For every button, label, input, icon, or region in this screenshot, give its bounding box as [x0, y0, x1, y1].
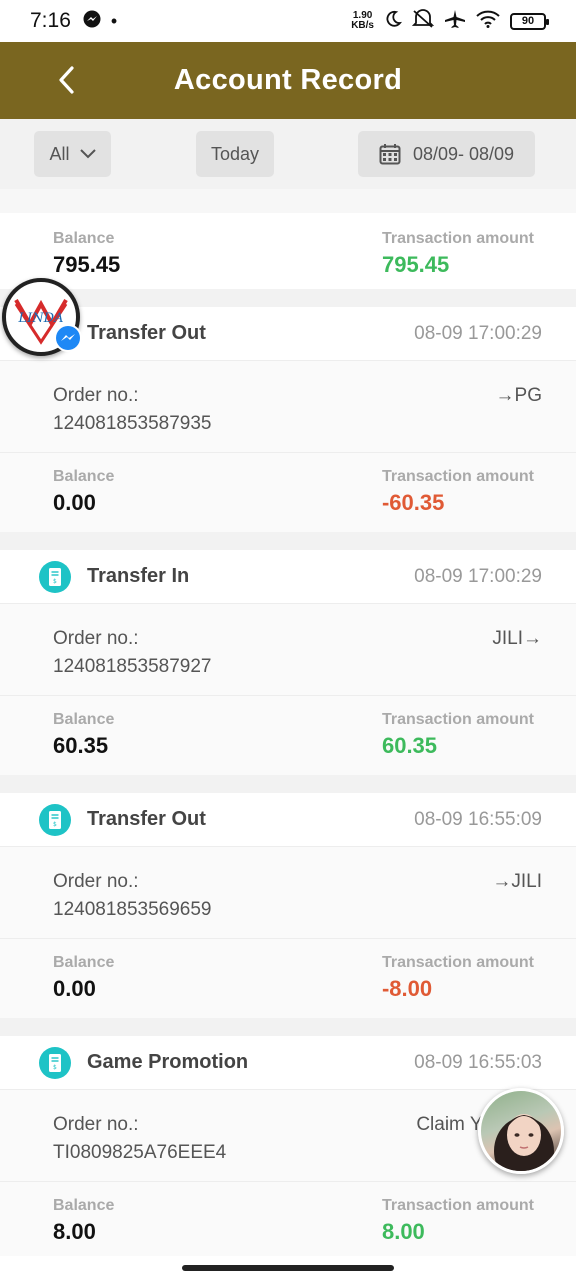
amount-label: Transaction amount: [381, 468, 534, 485]
mute-icon: [411, 8, 435, 34]
amount-value: -60.35: [381, 490, 445, 515]
balance-value: 0.00: [53, 976, 96, 1001]
balance-row: Balance 795.45 Transaction amount 795.45: [0, 213, 576, 289]
amount-label: Transaction amount: [381, 954, 534, 971]
support-avatar-button[interactable]: [478, 1088, 564, 1174]
record-time: 08-09 16:55:03: [414, 1051, 542, 1073]
linda-floating-button[interactable]: LINDA: [2, 278, 82, 356]
battery-indicator: 90: [510, 12, 549, 30]
status-bar: 7:16 • 1.90 KB/s 90: [0, 0, 576, 42]
record-header: $ Transfer In 08-09 17:00:29: [0, 550, 576, 604]
record-header: $ Transfer Out 08-09 16:55:09: [0, 793, 576, 847]
record-type: Transfer Out: [87, 808, 206, 830]
transfer-direction: →PG: [495, 385, 542, 406]
order-label: Order no.:: [53, 385, 139, 406]
receipt-icon: $: [38, 560, 72, 594]
order-row: Order no.: 124081853569659 →JILI: [0, 847, 576, 939]
balance-row: Balance 0.00 Transaction amount -60.35: [0, 453, 576, 532]
net-speed-unit: KB/s: [351, 20, 374, 31]
messenger-notification-icon: [83, 10, 101, 33]
amount-value: 795.45: [381, 252, 450, 277]
record-card: Balance 795.45 Transaction amount 795.45: [0, 189, 576, 289]
back-button[interactable]: [52, 64, 84, 96]
filter-bar: All Today 08/09- 08/09: [0, 119, 576, 189]
record-time: 08-09 17:00:29: [414, 565, 542, 587]
type-filter-label: All: [49, 143, 70, 164]
date-range-label: 08/09- 08/09: [412, 143, 515, 164]
wifi-icon: [476, 10, 500, 33]
balance-value: 0.00: [53, 490, 96, 515]
order-number: 124081853587935: [53, 413, 212, 434]
amount-label: Transaction amount: [381, 230, 534, 247]
record-time: 08-09 16:55:09: [414, 808, 542, 830]
record-header: $ Game Promotion 08-09 16:55:03: [0, 1036, 576, 1090]
balance-label: Balance: [53, 230, 115, 247]
record-card[interactable]: $ Transfer Out 08-09 16:55:09 Order no.:…: [0, 793, 576, 1018]
record-card[interactable]: $ Transfer In 08-09 17:00:29 Order no.: …: [0, 550, 576, 775]
order-row: Order no.: 124081853587935 →PG: [0, 361, 576, 453]
record-card[interactable]: $ Transfer Out 08-09 17:00:29 Order no.:…: [0, 307, 576, 532]
order-row: Order no.: 124081853587927 JILI→: [0, 604, 576, 696]
receipt-icon: $: [38, 803, 72, 837]
balance-label: Balance: [53, 468, 115, 485]
home-indicator[interactable]: [182, 1265, 394, 1271]
record-header: $ Transfer Out 08-09 17:00:29: [0, 307, 576, 361]
notification-dot-icon: •: [110, 10, 118, 31]
amount-value: 8.00: [381, 1219, 425, 1244]
balance-label: Balance: [53, 1197, 115, 1214]
transfer-direction: JILI→: [492, 628, 542, 649]
record-type: Transfer In: [87, 565, 190, 587]
moon-icon: [384, 10, 402, 33]
amount-label: Transaction amount: [381, 711, 534, 728]
balance-row: Balance 60.35 Transaction amount 60.35: [0, 696, 576, 775]
svg-text:$: $: [53, 1064, 57, 1071]
order-number: 124081853569659: [53, 899, 212, 920]
amount-value: 60.35: [381, 733, 438, 758]
type-filter-dropdown[interactable]: All: [34, 131, 111, 177]
balance-label: Balance: [53, 711, 115, 728]
date-range-picker[interactable]: 08/09- 08/09: [358, 131, 535, 177]
amount-value: -8.00: [381, 976, 433, 1001]
net-speed: 1.90 KB/s: [351, 11, 374, 31]
page-title: Account Record: [173, 64, 403, 96]
order-label: Order no.:: [53, 628, 139, 649]
record-type: Game Promotion: [87, 1051, 249, 1073]
svg-text:$: $: [53, 821, 57, 828]
receipt-icon: $: [38, 1046, 72, 1080]
balance-value: 795.45: [53, 252, 121, 277]
app-header: Account Record: [0, 42, 576, 119]
today-button[interactable]: Today: [196, 131, 274, 177]
balance-value: 60.35: [53, 733, 109, 758]
balance-row: Balance 8.00 Transaction amount 8.00: [0, 1182, 576, 1261]
status-time: 7:16: [30, 9, 71, 32]
amount-label: Transaction amount: [381, 1197, 534, 1214]
svg-text:$: $: [53, 578, 57, 585]
order-number: 124081853587927: [53, 656, 212, 677]
record-time: 08-09 17:00:29: [414, 322, 542, 344]
record-type: Transfer Out: [87, 322, 206, 344]
order-number: TI0809825A76EEE4: [53, 1142, 227, 1163]
order-label: Order no.:: [53, 871, 139, 892]
balance-value: 8.00: [53, 1219, 96, 1244]
airplane-icon: [444, 9, 466, 34]
balance-label: Balance: [53, 954, 115, 971]
transfer-direction: →JILI: [492, 871, 542, 892]
chevron-down-icon: [79, 149, 96, 159]
messenger-icon: [54, 324, 82, 352]
order-label: Order no.:: [53, 1114, 139, 1135]
balance-row: Balance 0.00 Transaction amount -8.00: [0, 939, 576, 1018]
calendar-icon: [379, 143, 401, 165]
